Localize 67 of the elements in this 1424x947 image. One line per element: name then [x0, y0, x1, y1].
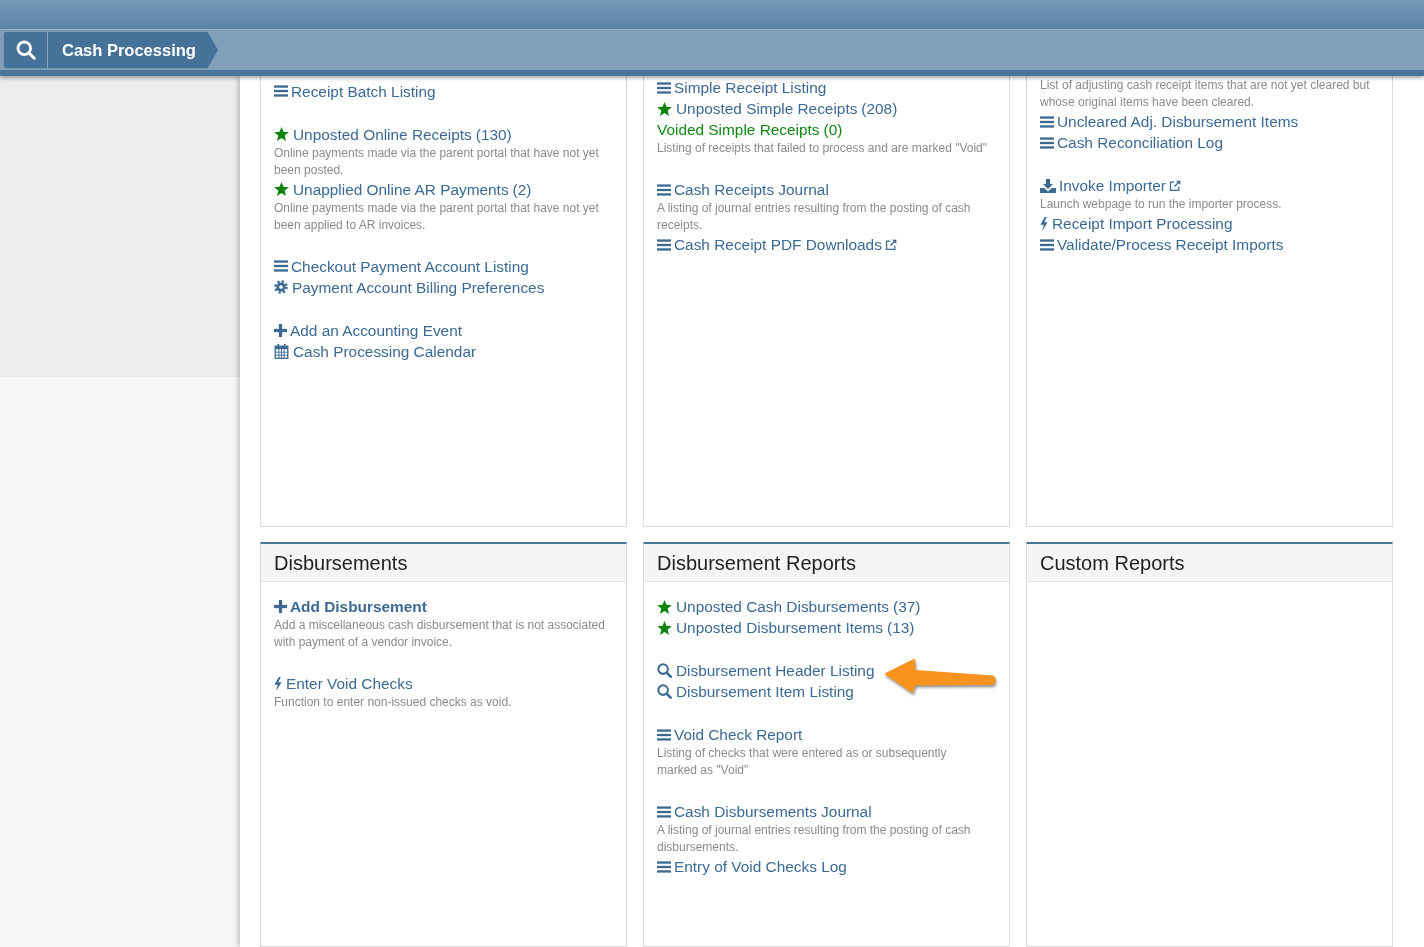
report-link[interactable]: Unapplied Online AR Payments (2) [274, 178, 532, 200]
bolt-icon [1040, 216, 1048, 231]
list-icon [1040, 136, 1054, 149]
list-icon [657, 728, 671, 741]
description-text: A listing of journal entries resulting from the posting of cash disbursements. [657, 822, 972, 856]
report-link[interactable]: Unposted Disbursement Items (13) [657, 617, 915, 638]
report-link[interactable]: Cash Reconciliation Log [1040, 132, 1223, 153]
report-link[interactable]: Add an Accounting Event [274, 319, 462, 341]
search-icon [657, 684, 672, 699]
search-icon [657, 663, 672, 678]
description-text: Listing of receipts that failed to process and are marked "Void" [657, 140, 989, 157]
star-icon [657, 599, 672, 614]
list-icon [274, 260, 288, 272]
search-icon [15, 40, 36, 60]
panel-title: Custom Reports [1040, 550, 1185, 575]
list-icon [657, 238, 671, 251]
plus-icon [274, 600, 287, 613]
search-button[interactable] [3, 31, 48, 69]
list-icon [274, 85, 288, 97]
report-link[interactable]: Validate/Process Receipt Imports [1040, 234, 1284, 255]
plus-icon [274, 323, 287, 337]
report-link[interactable]: Unposted Online Receipts (130) [274, 123, 512, 145]
report-link[interactable]: Simple Receipt Listing [657, 77, 827, 98]
description-text: Launch webpage to run the importer process. [1040, 196, 1283, 213]
report-link[interactable]: Disbursement Header Listing [657, 660, 875, 681]
list-icon [657, 805, 671, 818]
star-icon [274, 182, 289, 196]
list-icon [1040, 238, 1054, 251]
star-icon [274, 127, 289, 141]
report-link[interactable]: Add Disbursement [274, 596, 427, 617]
report-link[interactable]: Receipt Batch Listing [274, 80, 436, 102]
report-link[interactable]: Receipt Import Processing [1040, 213, 1233, 234]
bolt-icon [274, 676, 282, 691]
description-text: List of adjusting cash receipt items that are not yet cleared but whose original items have been cleared. [1040, 77, 1371, 111]
report-link[interactable]: Entry of Void Checks Log [657, 856, 847, 877]
panel-title: Disbursements [274, 550, 408, 575]
list-icon [657, 183, 671, 196]
report-link[interactable]: Checkout Payment Account Listing [274, 255, 529, 277]
report-link[interactable]: Cash Disbursements Journal [657, 801, 872, 822]
report-link[interactable]: Unposted Simple Receipts (208) [657, 98, 898, 119]
gear-icon [274, 280, 288, 294]
description-text: Online payments made via the parent portal that have not yet been applied to AR invoices. [274, 199, 600, 234]
report-link[interactable]: Cash Receipts Journal [657, 179, 829, 200]
list-icon [1040, 115, 1054, 128]
voided-link[interactable]: Voided Simple Receipts (0) [657, 119, 843, 140]
breadcrumb-link[interactable]: Cash Processing [48, 31, 218, 69]
download-icon [1040, 178, 1056, 193]
star-icon [657, 101, 672, 116]
description-text: Online payments made via the parent portal that have not yet been posted. [274, 144, 600, 179]
report-link[interactable]: Payment Account Billing Preferences [274, 276, 545, 298]
report-link[interactable]: Disbursement Item Listing [657, 681, 854, 702]
description-text: Listing of checks that were entered as or subsequently marked as "Void" [657, 745, 948, 779]
description-text: A listing of journal entries resulting from the posting of cash receipts. [657, 200, 972, 234]
panel-title: Disbursement Reports [657, 550, 856, 575]
description-text: Function to enter non-issued checks as void. [274, 694, 513, 711]
report-link[interactable]: Enter Void Checks [274, 673, 413, 694]
report-link[interactable]: Cash Receipt PDF Downloads [657, 234, 897, 255]
list-icon [657, 860, 671, 873]
description-text: Add a miscellaneous cash disbursement that is not associated with payment of a vendor invoice. [274, 617, 606, 651]
report-link[interactable]: Void Check Report [657, 724, 803, 745]
report-link[interactable]: Cash Processing Calendar [274, 340, 477, 362]
calendar-icon [274, 343, 289, 359]
report-link[interactable]: Unposted Cash Disbursements (37) [657, 596, 921, 617]
report-link[interactable]: Uncleared Adj. Disbursement Items [1040, 111, 1299, 132]
star-icon [657, 620, 672, 635]
list-icon [657, 81, 671, 94]
report-link[interactable]: Invoke Importer [1040, 175, 1181, 196]
